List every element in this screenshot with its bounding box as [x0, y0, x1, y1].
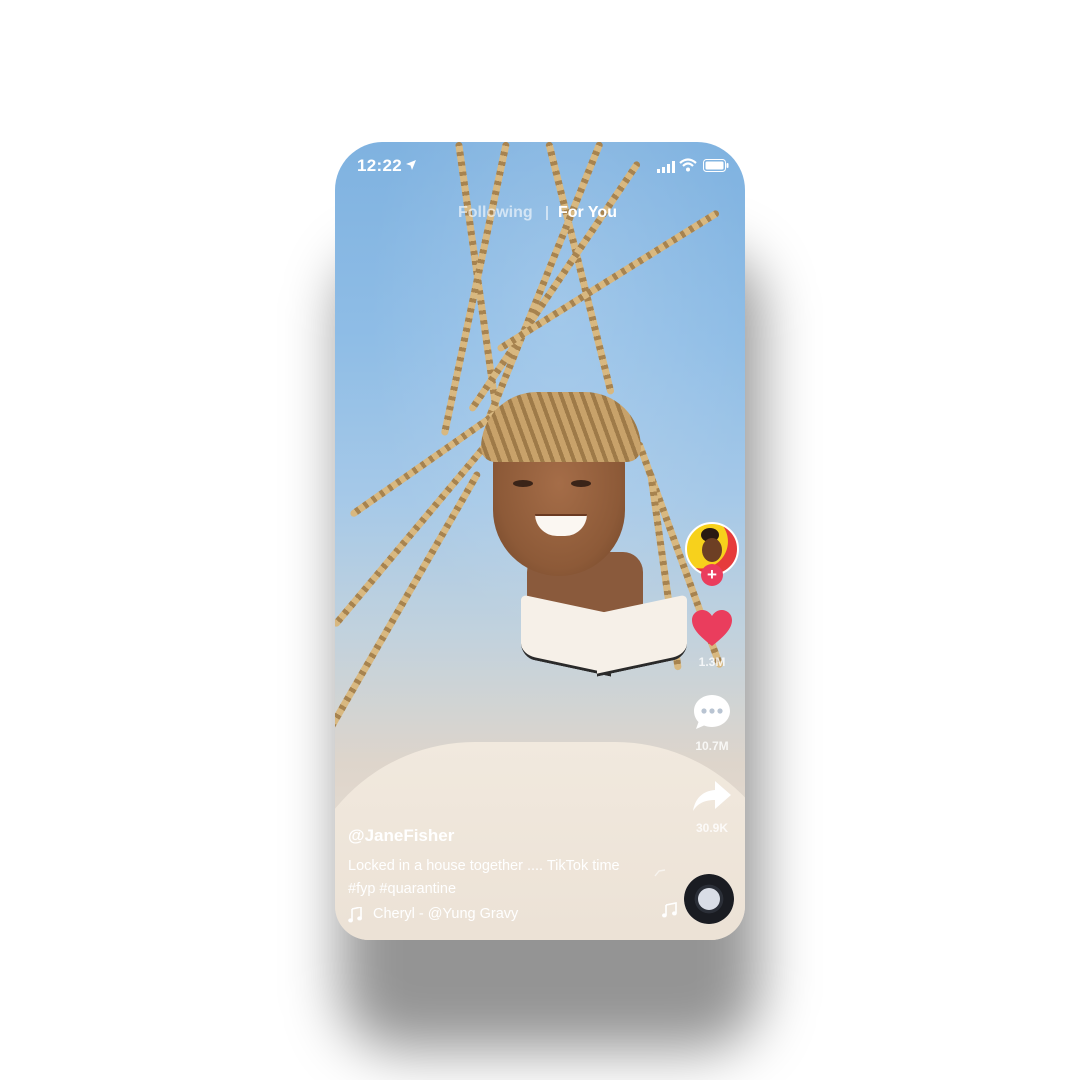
comment-button[interactable]: 10.7M [681, 692, 743, 753]
music-disc-icon[interactable] [684, 874, 734, 924]
comment-icon [694, 695, 730, 729]
video-eye [513, 480, 533, 487]
feed-tabs: Following For You [335, 202, 745, 232]
status-bar: 12:22 [335, 142, 745, 190]
video-caption: @JaneFisher Locked in a house together .… [348, 826, 648, 901]
status-time: 12:22 [357, 156, 402, 175]
follow-button[interactable]: + [701, 564, 723, 586]
like-count: 1.3M [698, 655, 726, 669]
disc-cover [698, 888, 720, 910]
music-note-icon [348, 907, 362, 923]
sound-label: Cheryl - @Yung Gravy [373, 906, 519, 922]
tab-following[interactable]: Following [458, 204, 533, 222]
mockup-stage: 12:22 Following For You + 1.3M 10.7M 30.… [0, 0, 1080, 1080]
heart-icon [692, 610, 732, 646]
wifi-icon [679, 158, 697, 172]
video-description: Locked in a house together .... TikTok t… [348, 858, 620, 897]
avatar-face [702, 538, 722, 562]
location-arrow-icon [406, 160, 416, 170]
tab-for-you[interactable]: For You [558, 204, 617, 222]
share-icon [693, 781, 731, 811]
floating-note-icon [662, 902, 677, 918]
like-button[interactable]: 1.3M [681, 608, 743, 669]
share-count: 30.9K [695, 821, 729, 835]
comment-count: 10.7M [695, 739, 729, 753]
battery-icon [703, 159, 729, 172]
share-button[interactable]: 30.9K [681, 778, 743, 835]
video-eye [571, 480, 591, 487]
signal-icon [657, 161, 675, 173]
tab-divider [546, 206, 548, 220]
phone-screen: 12:22 Following For You + 1.3M 10.7M 30.… [335, 142, 745, 940]
floating-note-icon [654, 869, 666, 877]
video-hair [481, 392, 641, 462]
creator-username[interactable]: @JaneFisher [348, 826, 648, 846]
